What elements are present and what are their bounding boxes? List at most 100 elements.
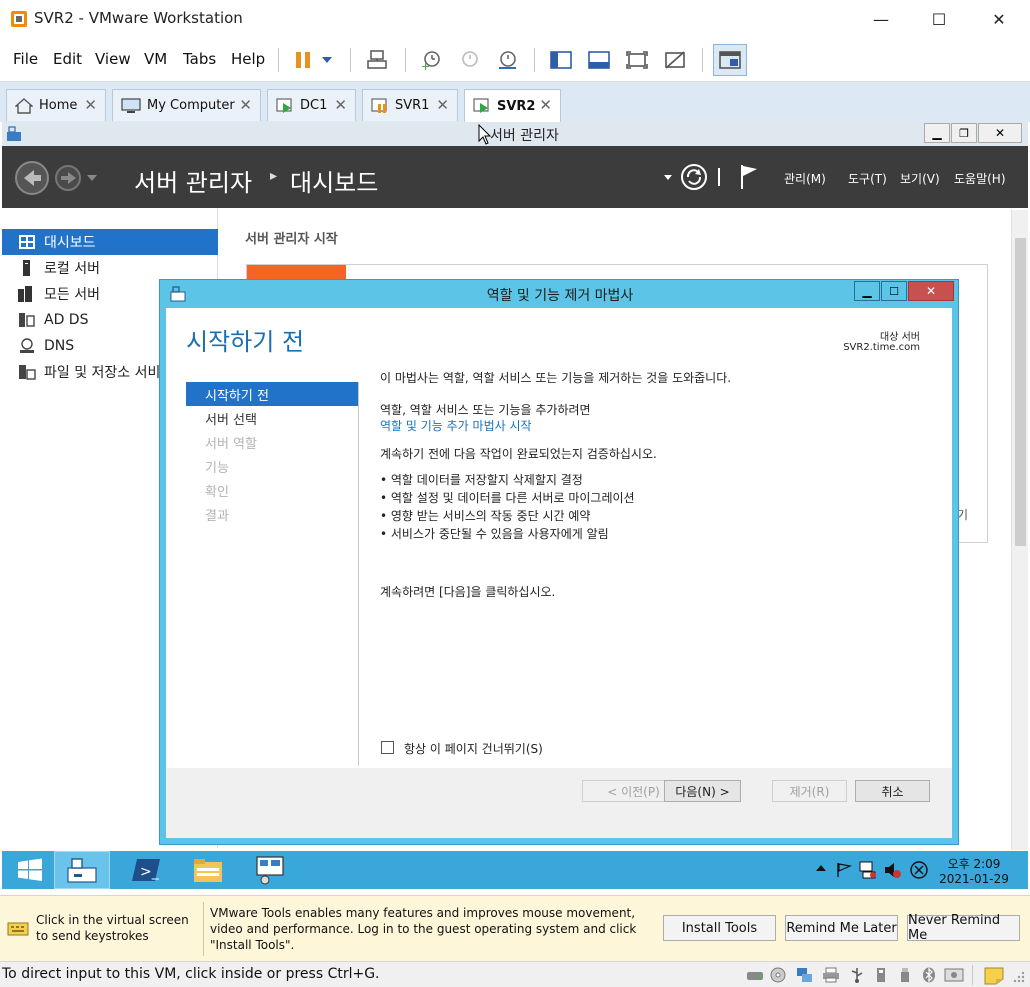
taskbar-network-icon[interactable] xyxy=(242,851,298,889)
menu-vm[interactable]: VM xyxy=(144,50,167,68)
wizard-close-button[interactable]: ✕ xyxy=(908,281,954,301)
hard-disk-icon[interactable] xyxy=(746,967,764,983)
tray-expand-icon[interactable] xyxy=(816,865,826,871)
next-button[interactable]: 다음(N) > xyxy=(664,780,741,802)
snapshot-manager-icon[interactable] xyxy=(492,46,522,74)
menu-edit[interactable]: Edit xyxy=(53,50,82,68)
network-tray-icon[interactable] xyxy=(859,861,877,879)
remind-me-later-button[interactable]: Remind Me Later xyxy=(785,915,898,941)
back-icon[interactable] xyxy=(14,160,50,196)
continue-text: 계속하려면 [다음]을 클릭하십시오. xyxy=(380,585,556,599)
pause-icon[interactable] xyxy=(288,46,318,74)
sm-restore-button[interactable]: ❐ xyxy=(951,123,977,143)
cancel-button[interactable]: 취소 xyxy=(855,780,930,802)
printer-icon[interactable] xyxy=(822,967,840,983)
dns-icon xyxy=(18,338,36,354)
cd-dvd-icon[interactable] xyxy=(770,967,788,983)
server-manager-title: 서버 관리자 xyxy=(490,128,559,144)
menu-file[interactable]: File xyxy=(13,50,38,68)
sm-minimize-button[interactable]: ▁ xyxy=(924,123,950,143)
tab-label: Home xyxy=(39,98,78,113)
tab-close-icon[interactable]: ✕ xyxy=(334,96,347,114)
destination-server-label: 대상 서버 xyxy=(880,332,920,343)
tab-dc1[interactable]: DC1 ✕ xyxy=(267,89,356,121)
notifications-flag-icon[interactable] xyxy=(739,164,759,190)
sidebar-item-label: 로컬 서버 xyxy=(44,261,100,277)
breadcrumb-root[interactable]: 서버 관리자 xyxy=(134,163,252,198)
action-center-flag-icon[interactable] xyxy=(836,862,852,878)
menu-tabs[interactable]: Tabs xyxy=(183,50,216,68)
resize-grip-icon[interactable] xyxy=(1012,970,1026,984)
tab-home[interactable]: Home ✕ xyxy=(6,89,106,121)
checklist-item: • 역할 데이터를 저장할지 삭제할지 결정 xyxy=(380,473,583,487)
clock-time[interactable]: 오후 2:09 xyxy=(934,855,1014,872)
wizard-button-bar: < 이전(P) 다음(N) > 제거(R) 취소 xyxy=(166,768,952,838)
step-features: 기능 xyxy=(205,460,229,476)
content-heading: 서버 관리자 시작 xyxy=(245,232,338,247)
menu-help[interactable]: Help xyxy=(231,50,265,68)
start-button-icon[interactable] xyxy=(2,851,58,889)
send-ctrl-alt-del-icon[interactable] xyxy=(362,46,392,74)
tab-close-icon[interactable]: ✕ xyxy=(239,96,252,114)
volume-muted-icon[interactable] xyxy=(884,861,902,879)
full-screen-icon[interactable] xyxy=(622,46,652,74)
menu-help-sm[interactable]: 도움말(H) xyxy=(954,170,1006,187)
maximize-button[interactable]: ☐ xyxy=(916,0,962,38)
taskbar-server-manager-icon[interactable] xyxy=(54,851,110,889)
menu-toolbar: File Edit View VM Tabs Help + xyxy=(0,38,1030,82)
step-divider xyxy=(358,382,359,766)
taskbar-file-explorer-icon[interactable] xyxy=(180,851,236,889)
menu-view[interactable]: View xyxy=(95,50,131,68)
menu-tools[interactable]: 도구(T) xyxy=(848,170,887,187)
never-remind-me-button[interactable]: Never Remind Me xyxy=(907,913,1020,943)
content-scrollbar[interactable] xyxy=(1011,210,1028,850)
wizard-minimize-button[interactable]: ▁ xyxy=(854,281,880,301)
tab-svr1[interactable]: SVR1 ✕ xyxy=(362,89,458,121)
wizard-maximize-button[interactable]: ☐ xyxy=(881,281,907,301)
taskbar-powershell-icon[interactable]: >_ xyxy=(118,851,174,889)
power-dropdown-icon[interactable] xyxy=(316,46,338,74)
tab-close-icon[interactable]: ✕ xyxy=(539,96,552,114)
usb-stick-icon[interactable] xyxy=(896,967,914,983)
step-before-you-begin[interactable]: 시작하기 전 xyxy=(186,382,358,406)
unity-icon[interactable] xyxy=(660,46,690,74)
sticky-note-icon[interactable] xyxy=(984,967,1004,985)
forward-icon[interactable] xyxy=(54,164,82,192)
sidebar-item-local-server[interactable]: 로컬 서버 xyxy=(2,255,218,281)
tab-close-icon[interactable]: ✕ xyxy=(84,96,97,114)
tab-svr2[interactable]: SVR2 ✕ xyxy=(464,89,561,122)
thumbnail-bar-icon[interactable] xyxy=(584,46,614,74)
clock-date[interactable]: 2021-01-29 xyxy=(934,872,1014,886)
console-view-icon[interactable] xyxy=(713,44,747,76)
show-library-icon[interactable] xyxy=(546,46,576,74)
history-dropdown-icon[interactable] xyxy=(87,175,97,181)
sm-close-button[interactable]: ✕ xyxy=(978,123,1022,143)
menu-manage[interactable]: 관리(M) xyxy=(784,170,826,187)
bluetooth-icon[interactable] xyxy=(920,967,938,983)
status-text: To direct input to this VM, click inside… xyxy=(2,966,380,982)
scrollbar-thumb[interactable] xyxy=(1015,238,1026,546)
remove-button: 제거(R) xyxy=(772,780,847,802)
refresh-icon[interactable] xyxy=(680,163,708,191)
close-button[interactable]: ✕ xyxy=(976,0,1022,38)
add-roles-wizard-link[interactable]: 역할 및 기능 추가 마법사 시작 xyxy=(380,417,532,434)
menu-view-sm[interactable]: 보기(V) xyxy=(900,170,940,187)
tab-my-computer[interactable]: My Computer ✕ xyxy=(112,89,261,121)
usb-icon[interactable] xyxy=(848,967,866,983)
skip-page-checkbox[interactable] xyxy=(381,741,394,754)
network-adapter-icon[interactable] xyxy=(796,967,814,983)
sidebar-item-dashboard[interactable]: 대시보드 xyxy=(2,229,218,255)
take-snapshot-icon[interactable]: + xyxy=(416,46,446,74)
wizard-body: 시작하기 전 대상 서버 SVR2.time.com 시작하기 전 서버 선택 … xyxy=(166,308,952,838)
step-results: 결과 xyxy=(205,508,229,524)
step-server-selection[interactable]: 서버 선택 xyxy=(186,406,358,430)
close-circle-icon[interactable] xyxy=(909,860,929,880)
usb-device-icon[interactable] xyxy=(872,967,890,983)
tab-close-icon[interactable]: ✕ xyxy=(436,96,449,114)
display-icon[interactable] xyxy=(944,967,964,983)
refresh-dropdown-icon[interactable] xyxy=(664,175,672,180)
minimize-button[interactable]: — xyxy=(858,0,904,38)
install-tools-button[interactable]: Install Tools xyxy=(663,915,776,941)
sidebar-item-label: DNS xyxy=(44,338,75,354)
vm-console[interactable]: 서버 관리자 ▁ ❐ ✕ 서버 관리자 ▸ 대시보드 관리(M) 도구(T) 보… xyxy=(2,122,1028,889)
